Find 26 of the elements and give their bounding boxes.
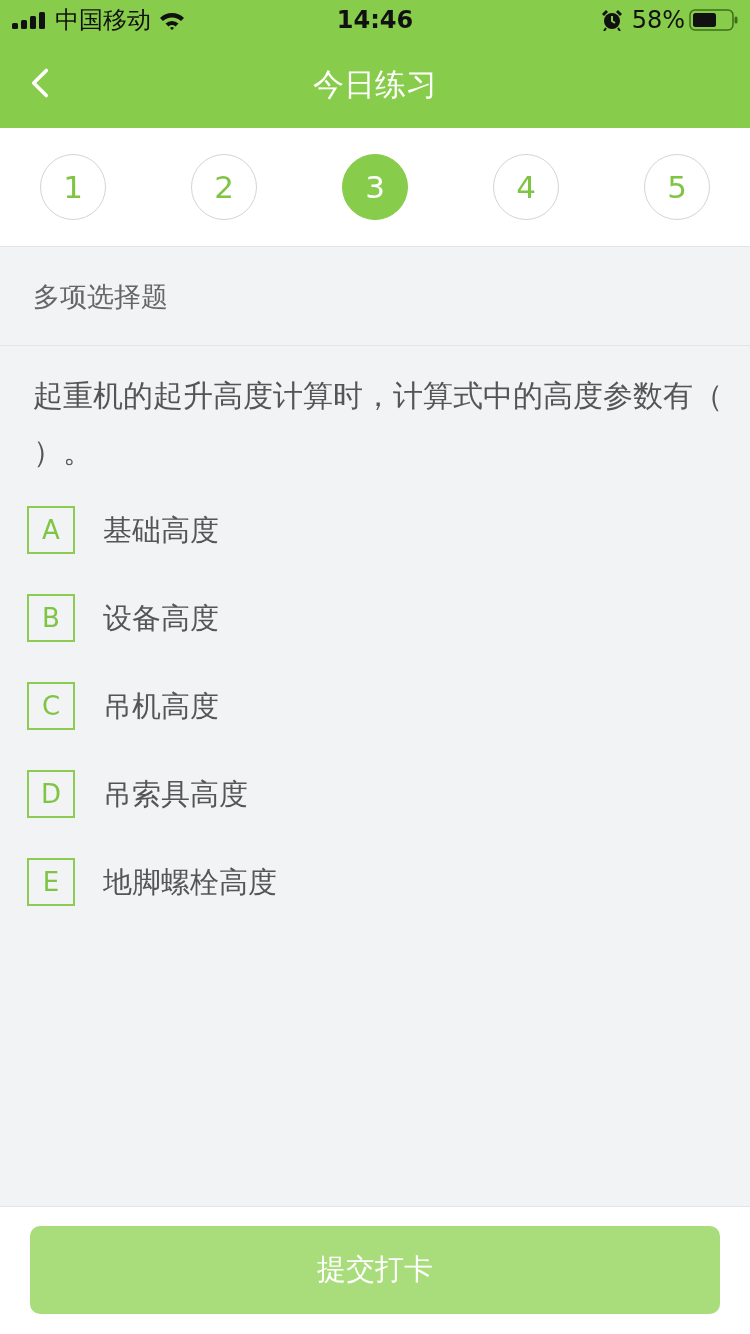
option-label[interactable]: 吊索具高度	[103, 776, 248, 812]
question-number-tab[interactable]: 3	[342, 154, 408, 220]
question-text: 起重机的起升高度计算时，计算式中的高度参数有（）。	[33, 377, 724, 471]
option-label[interactable]: 基础高度	[103, 512, 219, 548]
carrier-name: 中国移动	[55, 8, 151, 32]
question-number-tab[interactable]: 5	[644, 154, 710, 220]
question-number-tab[interactable]: 2	[191, 154, 257, 220]
battery-icon	[689, 9, 738, 31]
option-label[interactable]: 设备高度	[103, 600, 219, 636]
option-letter-box[interactable]: B	[27, 594, 75, 642]
clock-time: 14:46	[336, 8, 414, 32]
option-letter-box[interactable]: A	[27, 506, 75, 554]
option-label[interactable]: 吊机高度	[103, 688, 219, 724]
question-type-label: 多项选择题	[33, 282, 168, 310]
option-letter-box[interactable]: E	[27, 858, 75, 906]
signal-icon	[12, 11, 46, 29]
option-letter-box[interactable]: C	[27, 682, 75, 730]
option-label[interactable]: 地脚螺栓高度	[103, 864, 277, 900]
chevron-left-icon	[31, 67, 49, 99]
battery-percent: 58%	[631, 8, 685, 32]
page-title: 今日练习	[313, 68, 437, 100]
alarm-clock-icon	[600, 9, 623, 31]
question-number-tab[interactable]: 1	[40, 154, 106, 220]
question-number-tab[interactable]: 4	[493, 154, 559, 220]
wifi-icon	[159, 10, 185, 30]
option-letter-box[interactable]: D	[27, 770, 75, 818]
